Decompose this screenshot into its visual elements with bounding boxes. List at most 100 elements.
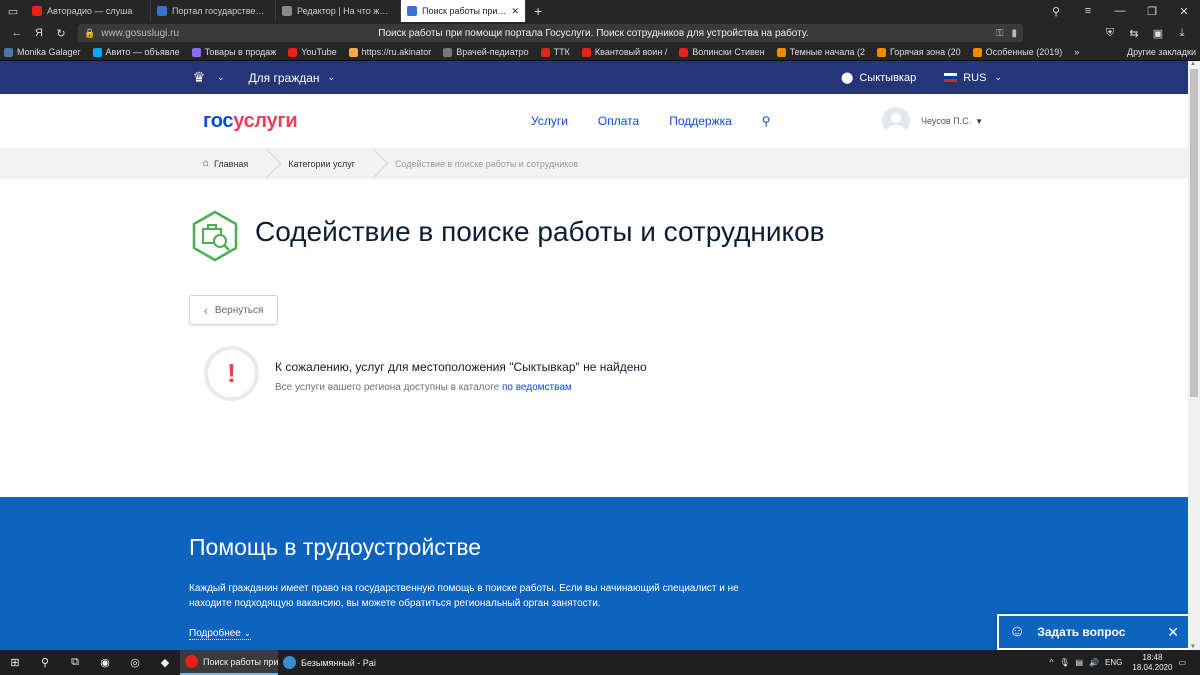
browser-tab[interactable]: Редактор | На что жить и с (276, 0, 401, 22)
gosuslugi-logo[interactable]: госуслуги (203, 110, 298, 133)
close-icon[interactable]: ✕ (1167, 624, 1179, 641)
bookmark-item[interactable]: YouTube (288, 47, 337, 57)
bookmark-item[interactable]: ТТК (540, 47, 570, 57)
bookmark-item[interactable]: Темные начала (2 (776, 47, 865, 57)
extension-icons: ⛨ ⇆ ▣ ⤓ (1098, 27, 1194, 40)
site-topbar: ♛ ⌄ Для граждан ⌄ ⬤ Сыктывкар RUS ⌄ (0, 61, 1188, 94)
nav-payment[interactable]: Оплата (598, 114, 639, 128)
nav-support[interactable]: Поддержка (669, 114, 732, 128)
bookmark-item[interactable]: Авито — объявле (92, 47, 180, 57)
chevron-down-icon[interactable]: ⌄ (217, 72, 225, 83)
bookmark-item[interactable]: Квантовый воин / (581, 47, 667, 57)
job-search-icon (192, 210, 238, 262)
film-icon (972, 47, 982, 57)
bookmark-item[interactable]: Горячая зона (20 (877, 47, 961, 57)
windows-start-icon[interactable]: ⊞ (0, 650, 30, 675)
russia-flag-icon (944, 73, 958, 82)
audience-selector[interactable]: Для граждан (249, 71, 320, 85)
not-found-message: К сожалению, услуг для местоположения "С… (275, 360, 647, 374)
microphone-icon[interactable]: 🎙 (1059, 658, 1069, 667)
film-icon (776, 47, 786, 57)
youtube-favicon-icon (32, 6, 42, 16)
download-icon[interactable]: ⤓ (1170, 27, 1194, 40)
restore-icon[interactable]: ❐ (1136, 5, 1168, 18)
tray-expand-icon[interactable]: ^ (1050, 658, 1054, 667)
pin-icon[interactable]: ⚲ (1040, 5, 1072, 18)
user-menu[interactable]: Чеусов П.С. ▼ (882, 107, 983, 135)
scrollbar-thumb[interactable] (1190, 69, 1198, 397)
network-icon[interactable]: ▤ (1076, 658, 1084, 667)
reload-icon[interactable]: ↻ (50, 27, 72, 40)
bookmark-item[interactable]: Monika Galager (4, 47, 81, 57)
close-tab-icon[interactable]: ✕ (511, 6, 519, 17)
back-icon[interactable]: ← (6, 27, 28, 39)
avatar (882, 107, 910, 135)
task-view-icon[interactable]: ⧉ (60, 650, 90, 675)
bookmark-item[interactable]: Особенные (2019) (972, 47, 1062, 57)
menu-icon[interactable]: ≡ (1072, 5, 1104, 17)
steam-icon[interactable]: ◉ (90, 650, 120, 675)
ask-question-widget[interactable]: ☺ Задать вопрос ✕ (997, 614, 1191, 650)
chevron-down-icon[interactable]: ⌄ (994, 72, 1002, 83)
page-scrollbar[interactable]: ▲ ▼ (1188, 61, 1200, 650)
url-field[interactable]: 🔒 www.gosuslugi.ru Поиск работы при помо… (78, 24, 1023, 42)
system-tray: ^ 🎙 ▤ 🔊 ENG 18:48 18.04.2020 ▭ (1044, 653, 1200, 673)
extension-icon[interactable]: ▣ (1146, 27, 1170, 40)
shield-icon[interactable]: ⛨ (1098, 27, 1122, 40)
more-link[interactable]: Подробнее ⌄ (189, 628, 251, 640)
search-icon[interactable]: ⚲ (762, 114, 771, 128)
breadcrumb-current: Содействие в поиске работы и сотрудников (394, 158, 579, 169)
location-pin-icon: ⬤ (841, 72, 854, 84)
other-bookmarks[interactable]: Другие закладки (1127, 47, 1196, 57)
address-bar: ← Я ↻ 🔒 www.gosuslugi.ru Поиск работы пр… (0, 22, 1200, 44)
film-icon (877, 47, 887, 57)
by-department-link[interactable]: по ведомствам (502, 382, 572, 393)
nav-services[interactable]: Услуги (531, 114, 568, 128)
taskbar-app-paint[interactable]: Безымянный - Paint (278, 650, 376, 675)
breadcrumb-category[interactable]: Категории услуг (288, 148, 355, 179)
breadcrumb-separator (262, 148, 274, 179)
notifications-icon[interactable]: ▭ (1178, 658, 1186, 667)
lock-icon: 🔒 (84, 27, 96, 38)
topbar-right: ⬤ Сыктывкар RUS ⌄ (841, 71, 1002, 85)
chevron-down-icon[interactable]: ⌄ (328, 72, 336, 83)
minimize-icon[interactable]: — (1104, 5, 1136, 17)
search-icon[interactable]: ⚲ (30, 650, 60, 675)
volume-icon[interactable]: 🔊 (1089, 658, 1099, 667)
app-icon[interactable]: ◆ (150, 650, 180, 675)
key-icon[interactable]: ⚿ (996, 28, 1004, 39)
bookmark-item[interactable]: Волински Стивен (679, 47, 765, 57)
clock[interactable]: 18:48 18.04.2020 (1132, 653, 1172, 673)
back-button[interactable]: ‹ Вернуться (189, 295, 278, 325)
browser-tab-active[interactable]: Поиск работы при пом ✕ (401, 0, 526, 22)
paint-icon (283, 656, 296, 669)
gosuslugi-favicon-icon (157, 6, 167, 16)
support-agent-icon: ☺ (1009, 623, 1026, 640)
youtube-icon (288, 47, 298, 57)
home-icon: ⌂ (203, 158, 210, 169)
location-selector[interactable]: Сыктывкар (859, 72, 916, 84)
section-text: Каждый гражданин имеет право на государс… (189, 583, 739, 609)
bookmarks-overflow-icon[interactable]: » (1074, 47, 1079, 57)
game-icon[interactable]: ◎ (120, 650, 150, 675)
bookmark-icon[interactable]: ▮ (1011, 28, 1017, 39)
section-title: Помощь в трудоустройстве (189, 534, 482, 560)
browser-tab[interactable]: Авторадио — слуша (26, 0, 151, 22)
emblem-icon[interactable]: ♛ (189, 68, 209, 88)
browser-tab-bar: ▭ Авторадио — слуша Портал государственн… (0, 0, 1200, 22)
browser-tab[interactable]: Портал государственных у (151, 0, 276, 22)
yandex-icon[interactable]: Я (28, 27, 50, 39)
breadcrumb-home[interactable]: ⌂ Главная (203, 148, 248, 179)
language-selector[interactable]: RUS (963, 72, 986, 84)
ttk-icon (540, 47, 550, 57)
scroll-up-icon[interactable]: ▲ (1190, 61, 1196, 67)
new-tab-icon[interactable]: + (526, 3, 550, 19)
taskbar-app-browser[interactable]: Поиск работы при... (180, 650, 278, 675)
close-window-icon[interactable]: ✕ (1168, 5, 1200, 18)
bookmark-item[interactable]: Врачей-педиатро (443, 47, 529, 57)
bookmark-item[interactable]: https://ru.akinator (348, 47, 431, 57)
sidebar-toggle-icon[interactable]: ▭ (0, 0, 26, 22)
bookmark-item[interactable]: Товары в продаж (191, 47, 276, 57)
translate-icon[interactable]: ⇆ (1122, 27, 1146, 40)
input-language[interactable]: ENG (1105, 658, 1122, 667)
